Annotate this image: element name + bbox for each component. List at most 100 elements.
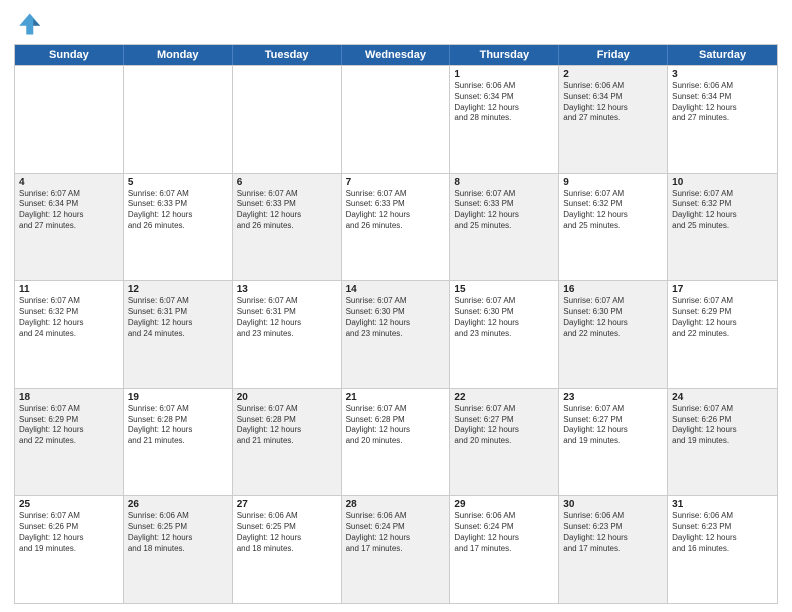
day-info: Sunrise: 6:06 AM Sunset: 6:34 PM Dayligh… [563, 81, 663, 124]
day-cell-5: 5Sunrise: 6:07 AM Sunset: 6:33 PM Daylig… [124, 174, 233, 281]
header-day-tuesday: Tuesday [233, 45, 342, 65]
day-cell-19: 19Sunrise: 6:07 AM Sunset: 6:28 PM Dayli… [124, 389, 233, 496]
day-number: 12 [128, 284, 228, 295]
logo-icon [14, 10, 42, 38]
day-cell-17: 17Sunrise: 6:07 AM Sunset: 6:29 PM Dayli… [668, 281, 777, 388]
day-number: 30 [563, 499, 663, 510]
week-row-4: 25Sunrise: 6:07 AM Sunset: 6:26 PM Dayli… [15, 495, 777, 603]
day-info: Sunrise: 6:07 AM Sunset: 6:28 PM Dayligh… [346, 404, 446, 447]
day-info: Sunrise: 6:06 AM Sunset: 6:34 PM Dayligh… [454, 81, 554, 124]
day-info: Sunrise: 6:06 AM Sunset: 6:25 PM Dayligh… [128, 511, 228, 554]
day-cell-29: 29Sunrise: 6:06 AM Sunset: 6:24 PM Dayli… [450, 496, 559, 603]
day-number: 14 [346, 284, 446, 295]
day-cell-18: 18Sunrise: 6:07 AM Sunset: 6:29 PM Dayli… [15, 389, 124, 496]
day-cell-10: 10Sunrise: 6:07 AM Sunset: 6:32 PM Dayli… [668, 174, 777, 281]
day-number: 22 [454, 392, 554, 403]
day-cell-28: 28Sunrise: 6:06 AM Sunset: 6:24 PM Dayli… [342, 496, 451, 603]
week-row-3: 18Sunrise: 6:07 AM Sunset: 6:29 PM Dayli… [15, 388, 777, 496]
day-info: Sunrise: 6:06 AM Sunset: 6:23 PM Dayligh… [672, 511, 773, 554]
day-info: Sunrise: 6:07 AM Sunset: 6:30 PM Dayligh… [563, 296, 663, 339]
day-number: 2 [563, 69, 663, 80]
calendar-header: SundayMondayTuesdayWednesdayThursdayFrid… [15, 45, 777, 65]
day-number: 15 [454, 284, 554, 295]
page: SundayMondayTuesdayWednesdayThursdayFrid… [0, 0, 792, 612]
day-info: Sunrise: 6:07 AM Sunset: 6:31 PM Dayligh… [128, 296, 228, 339]
day-cell-24: 24Sunrise: 6:07 AM Sunset: 6:26 PM Dayli… [668, 389, 777, 496]
day-number: 26 [128, 499, 228, 510]
header-day-wednesday: Wednesday [342, 45, 451, 65]
day-info: Sunrise: 6:07 AM Sunset: 6:33 PM Dayligh… [237, 189, 337, 232]
day-number: 21 [346, 392, 446, 403]
day-number: 20 [237, 392, 337, 403]
day-cell-2: 2Sunrise: 6:06 AM Sunset: 6:34 PM Daylig… [559, 66, 668, 173]
day-cell-25: 25Sunrise: 6:07 AM Sunset: 6:26 PM Dayli… [15, 496, 124, 603]
day-number: 25 [19, 499, 119, 510]
header-day-saturday: Saturday [668, 45, 777, 65]
day-cell-27: 27Sunrise: 6:06 AM Sunset: 6:25 PM Dayli… [233, 496, 342, 603]
day-number: 13 [237, 284, 337, 295]
day-info: Sunrise: 6:07 AM Sunset: 6:26 PM Dayligh… [19, 511, 119, 554]
day-cell-8: 8Sunrise: 6:07 AM Sunset: 6:33 PM Daylig… [450, 174, 559, 281]
day-cell-26: 26Sunrise: 6:06 AM Sunset: 6:25 PM Dayli… [124, 496, 233, 603]
day-cell-14: 14Sunrise: 6:07 AM Sunset: 6:30 PM Dayli… [342, 281, 451, 388]
day-info: Sunrise: 6:07 AM Sunset: 6:32 PM Dayligh… [672, 189, 773, 232]
day-cell-3: 3Sunrise: 6:06 AM Sunset: 6:34 PM Daylig… [668, 66, 777, 173]
day-cell-4: 4Sunrise: 6:07 AM Sunset: 6:34 PM Daylig… [15, 174, 124, 281]
day-info: Sunrise: 6:07 AM Sunset: 6:30 PM Dayligh… [346, 296, 446, 339]
header-day-friday: Friday [559, 45, 668, 65]
day-number: 16 [563, 284, 663, 295]
calendar: SundayMondayTuesdayWednesdayThursdayFrid… [14, 44, 778, 604]
day-info: Sunrise: 6:07 AM Sunset: 6:26 PM Dayligh… [672, 404, 773, 447]
day-cell-15: 15Sunrise: 6:07 AM Sunset: 6:30 PM Dayli… [450, 281, 559, 388]
header-day-monday: Monday [124, 45, 233, 65]
day-info: Sunrise: 6:07 AM Sunset: 6:33 PM Dayligh… [128, 189, 228, 232]
day-number: 19 [128, 392, 228, 403]
day-info: Sunrise: 6:07 AM Sunset: 6:33 PM Dayligh… [454, 189, 554, 232]
day-number: 9 [563, 177, 663, 188]
day-info: Sunrise: 6:07 AM Sunset: 6:27 PM Dayligh… [454, 404, 554, 447]
day-cell-20: 20Sunrise: 6:07 AM Sunset: 6:28 PM Dayli… [233, 389, 342, 496]
day-cell-9: 9Sunrise: 6:07 AM Sunset: 6:32 PM Daylig… [559, 174, 668, 281]
day-info: Sunrise: 6:06 AM Sunset: 6:23 PM Dayligh… [563, 511, 663, 554]
day-number: 8 [454, 177, 554, 188]
day-number: 29 [454, 499, 554, 510]
day-number: 7 [346, 177, 446, 188]
day-number: 6 [237, 177, 337, 188]
day-cell-16: 16Sunrise: 6:07 AM Sunset: 6:30 PM Dayli… [559, 281, 668, 388]
empty-cell [233, 66, 342, 173]
logo [14, 10, 46, 38]
day-cell-22: 22Sunrise: 6:07 AM Sunset: 6:27 PM Dayli… [450, 389, 559, 496]
day-info: Sunrise: 6:07 AM Sunset: 6:32 PM Dayligh… [563, 189, 663, 232]
day-info: Sunrise: 6:07 AM Sunset: 6:30 PM Dayligh… [454, 296, 554, 339]
day-cell-13: 13Sunrise: 6:07 AM Sunset: 6:31 PM Dayli… [233, 281, 342, 388]
day-cell-6: 6Sunrise: 6:07 AM Sunset: 6:33 PM Daylig… [233, 174, 342, 281]
empty-cell [124, 66, 233, 173]
day-info: Sunrise: 6:06 AM Sunset: 6:25 PM Dayligh… [237, 511, 337, 554]
day-number: 18 [19, 392, 119, 403]
day-cell-12: 12Sunrise: 6:07 AM Sunset: 6:31 PM Dayli… [124, 281, 233, 388]
day-info: Sunrise: 6:07 AM Sunset: 6:32 PM Dayligh… [19, 296, 119, 339]
day-number: 23 [563, 392, 663, 403]
day-info: Sunrise: 6:06 AM Sunset: 6:34 PM Dayligh… [672, 81, 773, 124]
day-info: Sunrise: 6:07 AM Sunset: 6:28 PM Dayligh… [237, 404, 337, 447]
day-info: Sunrise: 6:06 AM Sunset: 6:24 PM Dayligh… [346, 511, 446, 554]
day-number: 17 [672, 284, 773, 295]
day-number: 5 [128, 177, 228, 188]
day-cell-1: 1Sunrise: 6:06 AM Sunset: 6:34 PM Daylig… [450, 66, 559, 173]
day-number: 11 [19, 284, 119, 295]
header [14, 10, 778, 38]
week-row-1: 4Sunrise: 6:07 AM Sunset: 6:34 PM Daylig… [15, 173, 777, 281]
day-info: Sunrise: 6:07 AM Sunset: 6:33 PM Dayligh… [346, 189, 446, 232]
day-number: 10 [672, 177, 773, 188]
day-cell-21: 21Sunrise: 6:07 AM Sunset: 6:28 PM Dayli… [342, 389, 451, 496]
day-cell-30: 30Sunrise: 6:06 AM Sunset: 6:23 PM Dayli… [559, 496, 668, 603]
day-info: Sunrise: 6:06 AM Sunset: 6:24 PM Dayligh… [454, 511, 554, 554]
calendar-body: 1Sunrise: 6:06 AM Sunset: 6:34 PM Daylig… [15, 65, 777, 603]
day-info: Sunrise: 6:07 AM Sunset: 6:31 PM Dayligh… [237, 296, 337, 339]
day-number: 27 [237, 499, 337, 510]
day-info: Sunrise: 6:07 AM Sunset: 6:34 PM Dayligh… [19, 189, 119, 232]
week-row-2: 11Sunrise: 6:07 AM Sunset: 6:32 PM Dayli… [15, 280, 777, 388]
empty-cell [342, 66, 451, 173]
day-cell-23: 23Sunrise: 6:07 AM Sunset: 6:27 PM Dayli… [559, 389, 668, 496]
day-number: 4 [19, 177, 119, 188]
